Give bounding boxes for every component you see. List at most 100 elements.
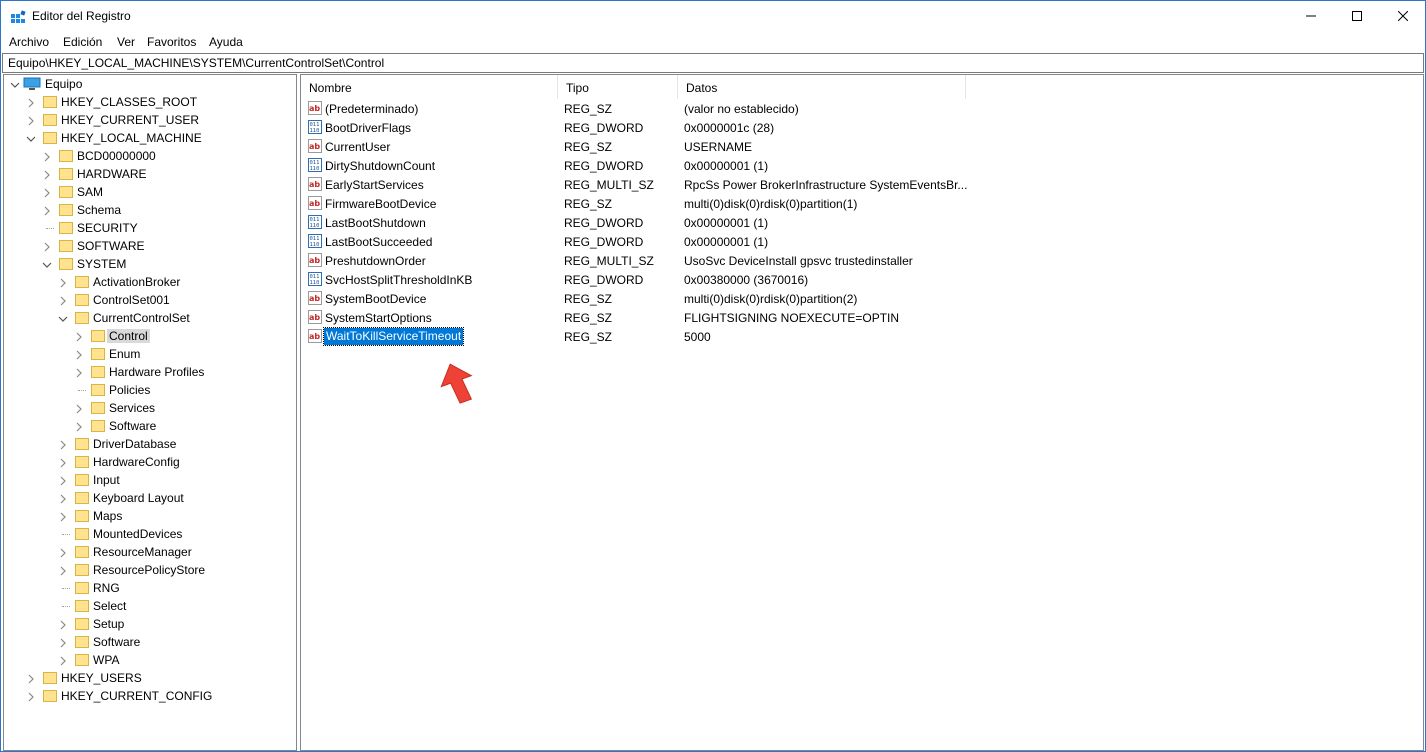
- value-row[interactable]: 011 110 BootDriverFlags REG_DWORD 0x0000001c…: [301, 118, 1423, 137]
- menu-ayuda[interactable]: Ayuda: [209, 35, 243, 49]
- tree-item[interactable]: Software: [4, 633, 294, 651]
- value-name[interactable]: LastBootShutdown: [325, 216, 426, 230]
- tree-item[interactable]: Enum: [4, 345, 294, 363]
- tree-item[interactable]: Hardware Profiles: [4, 363, 294, 381]
- chevron-down-icon[interactable]: [10, 79, 20, 89]
- value-name[interactable]: SystemBootDevice: [325, 292, 426, 306]
- chevron-right-icon[interactable]: [58, 493, 68, 504]
- value-row[interactable]: 011 110 LastBootSucceeded REG_DWORD 0x000000…: [301, 232, 1423, 251]
- chevron-right-icon[interactable]: [58, 565, 68, 576]
- menu-ver[interactable]: Ver: [117, 35, 135, 49]
- chevron-down-icon[interactable]: [58, 313, 68, 323]
- value-row[interactable]: ab FirmwareBootDevice REG_SZ multi(0)disk(0…: [301, 194, 1423, 213]
- value-row[interactable]: ab PreshutdownOrder REG_MULTI_SZ UsoSvc Dev…: [301, 251, 1423, 270]
- value-name[interactable]: WaitToKillServiceTimeout: [322, 327, 465, 346]
- value-name[interactable]: SvcHostSplitThresholdInKB: [325, 273, 472, 287]
- tree-item[interactable]: SECURITY: [4, 219, 294, 237]
- chevron-right-icon[interactable]: [74, 403, 84, 414]
- tree-item[interactable]: HKEY_CURRENT_CONFIG: [4, 687, 294, 705]
- value-name[interactable]: PreshutdownOrder: [325, 254, 426, 268]
- tree-item[interactable]: HARDWARE: [4, 165, 294, 183]
- tree-item-equipo[interactable]: Equipo: [4, 75, 294, 93]
- value-name[interactable]: BootDriverFlags: [325, 121, 411, 135]
- tree-item[interactable]: Maps: [4, 507, 294, 525]
- value-row[interactable]: 011 110 DirtyShutdownCount REG_DWORD 0x00000…: [301, 156, 1423, 175]
- chevron-right-icon[interactable]: [58, 457, 68, 468]
- value-row[interactable]: ab CurrentUser REG_SZ USERNAME: [301, 137, 1423, 156]
- tree-item[interactable]: Schema: [4, 201, 294, 219]
- value-row[interactable]: ab EarlyStartServices REG_MULTI_SZ RpcSs Po…: [301, 175, 1423, 194]
- tree-item[interactable]: CurrentControlSet: [4, 309, 294, 327]
- chevron-right-icon[interactable]: [42, 151, 52, 162]
- chevron-right-icon[interactable]: [74, 367, 84, 378]
- chevron-right-icon[interactable]: [42, 205, 52, 216]
- tree-item[interactable]: SYSTEM: [4, 255, 294, 273]
- value-row[interactable]: ab SystemStartOptions REG_SZ FLIGHTSIGNING…: [301, 308, 1423, 327]
- menu-edicion[interactable]: Edición: [63, 35, 102, 49]
- address-path[interactable]: Equipo\HKEY_LOCAL_MACHINE\SYSTEM\Current…: [8, 56, 384, 70]
- tree-item[interactable]: WPA: [4, 651, 294, 669]
- minimize-button[interactable]: [1288, 1, 1334, 31]
- chevron-right-icon[interactable]: [26, 691, 36, 702]
- tree-item[interactable]: Services: [4, 399, 294, 417]
- column-header-name[interactable]: Nombre: [301, 75, 558, 99]
- chevron-right-icon[interactable]: [26, 115, 36, 126]
- value-row[interactable]: 011 110 LastBootShutdown REG_DWORD 0x0000000…: [301, 213, 1423, 232]
- tree-item[interactable]: ActivationBroker: [4, 273, 294, 291]
- chevron-right-icon[interactable]: [42, 169, 52, 180]
- tree-item[interactable]: ResourcePolicyStore: [4, 561, 294, 579]
- key-tree-pane[interactable]: Equipo HKEY_CLASSES_ROOT HKEY_CURRENT_USER…: [3, 74, 297, 751]
- chevron-right-icon[interactable]: [26, 97, 36, 108]
- address-bar[interactable]: Equipo\HKEY_LOCAL_MACHINE\SYSTEM\Current…: [2, 53, 1424, 73]
- value-name[interactable]: LastBootSucceeded: [325, 235, 432, 249]
- tree-item[interactable]: HKEY_CLASSES_ROOT: [4, 93, 294, 111]
- chevron-right-icon[interactable]: [58, 439, 68, 450]
- menu-archivo[interactable]: Archivo: [9, 35, 49, 49]
- tree-item[interactable]: MountedDevices: [4, 525, 294, 543]
- column-header-type[interactable]: Tipo: [558, 75, 678, 99]
- tree-item[interactable]: BCD00000000: [4, 147, 294, 165]
- tree-item[interactable]: Policies: [4, 381, 294, 399]
- chevron-right-icon[interactable]: [58, 277, 68, 288]
- chevron-down-icon[interactable]: [26, 133, 36, 143]
- tree-item[interactable]: Setup: [4, 615, 294, 633]
- value-name[interactable]: DirtyShutdownCount: [325, 159, 435, 173]
- value-row[interactable]: ab WaitToKillServiceTimeout REG_SZ 5000: [301, 327, 1423, 346]
- tree-item[interactable]: DriverDatabase: [4, 435, 294, 453]
- tree-item[interactable]: Input: [4, 471, 294, 489]
- tree-item[interactable]: ControlSet001: [4, 291, 294, 309]
- tree-item[interactable]: RNG: [4, 579, 294, 597]
- column-header-data[interactable]: Datos: [678, 75, 966, 99]
- tree-item[interactable]: Software: [4, 417, 294, 435]
- chevron-right-icon[interactable]: [58, 295, 68, 306]
- chevron-right-icon[interactable]: [58, 655, 68, 666]
- menu-favoritos[interactable]: Favoritos: [147, 35, 196, 49]
- chevron-right-icon[interactable]: [58, 637, 68, 648]
- value-name[interactable]: (Predeterminado): [325, 102, 418, 116]
- value-row[interactable]: 011 110 SvcHostSplitThresholdInKB REG_DWORD…: [301, 270, 1423, 289]
- tree-item[interactable]: HKEY_USERS: [4, 669, 294, 687]
- value-row[interactable]: ab (Predeterminado) REG_SZ (valor no establ…: [301, 99, 1423, 118]
- tree-item[interactable]: HKEY_CURRENT_USER: [4, 111, 294, 129]
- tree-item[interactable]: HKEY_LOCAL_MACHINE: [4, 129, 294, 147]
- value-name[interactable]: EarlyStartServices: [325, 178, 424, 192]
- chevron-right-icon[interactable]: [74, 349, 84, 360]
- chevron-right-icon[interactable]: [74, 421, 84, 432]
- tree-item[interactable]: Control: [4, 327, 294, 345]
- value-name[interactable]: CurrentUser: [325, 140, 390, 154]
- chevron-right-icon[interactable]: [58, 475, 68, 486]
- maximize-button[interactable]: [1334, 1, 1380, 31]
- tree-item[interactable]: Select: [4, 597, 294, 615]
- tree-item[interactable]: SOFTWARE: [4, 237, 294, 255]
- value-name[interactable]: FirmwareBootDevice: [325, 197, 436, 211]
- value-row[interactable]: ab SystemBootDevice REG_SZ multi(0)disk(0)r…: [301, 289, 1423, 308]
- tree-item[interactable]: HardwareConfig: [4, 453, 294, 471]
- close-button[interactable]: [1380, 1, 1426, 31]
- tree-item[interactable]: ResourceManager: [4, 543, 294, 561]
- values-list-pane[interactable]: Nombre Tipo Datos ab (Predeterminado) REG_…: [300, 74, 1424, 751]
- tree-item[interactable]: Keyboard Layout: [4, 489, 294, 507]
- value-name[interactable]: SystemStartOptions: [325, 311, 432, 325]
- chevron-right-icon[interactable]: [58, 619, 68, 630]
- chevron-right-icon[interactable]: [58, 547, 68, 558]
- chevron-right-icon[interactable]: [42, 241, 52, 252]
